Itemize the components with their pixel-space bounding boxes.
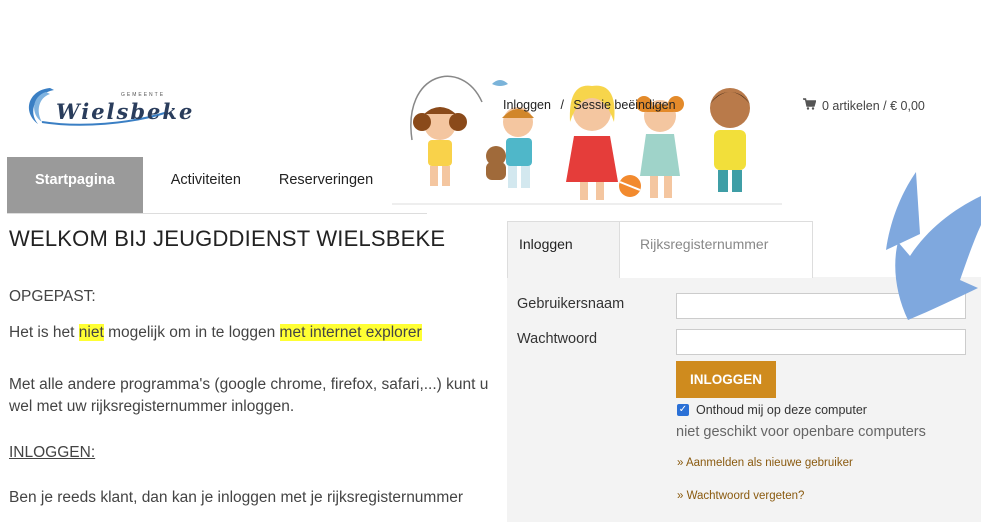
not-public-notice: niet geschikt voor openbare computers [676,424,926,440]
page-title: WELKOM BIJ JEUGDDIENST WIELSBEKE [9,226,446,251]
logo-subtext: GEMEENTE [121,92,166,98]
login-link[interactable]: Inloggen [503,98,551,112]
children-illustration [392,62,782,212]
ie-highlight-browser: met internet explorer [279,324,422,341]
cart-summary[interactable]: 0 artikelen / € 0,00 [803,98,925,113]
register-link[interactable]: » Aanmelden als nieuwe gebruiker [677,457,853,469]
logo-text: Wielsbeke [56,99,195,124]
logout-link[interactable]: Sessie beëindigen [573,98,675,112]
wielsbeke-logo[interactable]: GEMEENTE Wielsbeke [20,82,192,130]
login-heading: INLOGGEN: [9,444,96,461]
login-button[interactable]: INLOGGEN [676,361,776,398]
nav-item-startpagina[interactable]: Startpagina [7,157,143,214]
main-nav: Startpagina Activiteiten Reserveringen [7,157,401,214]
blue-arrow-icon [812,170,981,330]
ie-text-2: mogelijk om in te loggen [103,324,280,341]
ie-highlight-niet: niet [78,324,104,341]
tab-inloggen[interactable]: Inloggen [507,221,619,278]
login-tabs: Inloggen Rijksregisternummer [507,221,813,278]
header-links: Inloggen / Sessie beëindigen [503,98,682,112]
nav-divider [7,213,427,214]
ie-warning: Het is het niet mogelijk om in te loggen… [9,322,422,344]
remember-label: Onthoud mij op deze computer [696,403,867,417]
ie-text-1: Het is het [9,324,79,341]
warning-heading: OPGEPAST: [9,288,96,305]
customer-text: Ben je reeds klant, dan kan je inloggen … [9,489,464,506]
username-label: Gebruikersnaam [517,296,625,312]
browsers-text: Met alle andere programma's (google chro… [9,376,489,415]
link-separator: / [560,98,564,112]
password-input[interactable] [676,329,966,355]
nav-item-activiteiten[interactable]: Activiteiten [143,157,265,214]
nav-item-reserveringen[interactable]: Reserveringen [265,157,401,214]
remember-me[interactable]: ✓ Onthoud mij op deze computer [677,403,867,417]
checkbox-checked-icon[interactable]: ✓ [677,404,689,416]
cart-text: 0 artikelen / € 0,00 [822,98,925,113]
cart-icon [803,98,817,113]
tab-rijksregisternummer[interactable]: Rijksregisternummer [619,221,813,278]
password-label: Wachtwoord [517,331,598,347]
forgot-password-link[interactable]: » Wachtwoord vergeten? [677,490,804,502]
